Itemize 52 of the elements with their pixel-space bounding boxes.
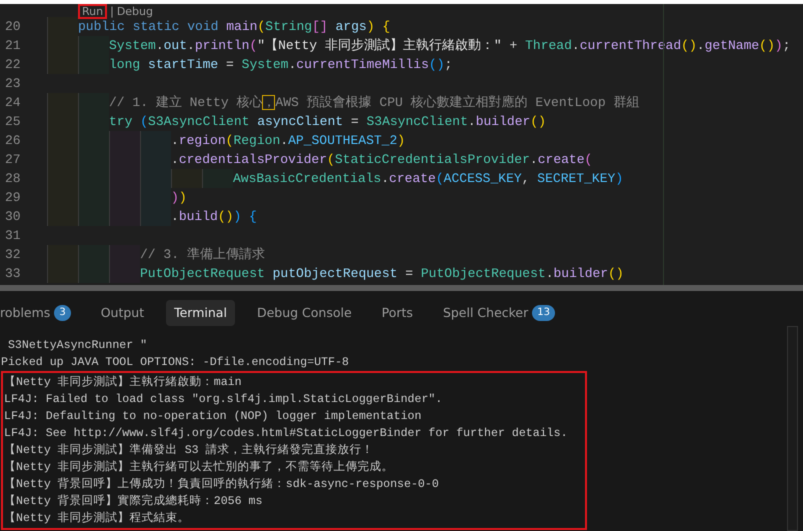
- terminal-line: 【Netty 非同步測試】主執行緒可以去忙別的事了，不需等待上傳完成。: [3, 459, 395, 476]
- line-number: 20: [4, 18, 22, 36]
- code-line: // 3. 準備上傳請求: [140, 246, 265, 264]
- panel-tab[interactable]: Output: [92, 300, 152, 326]
- terminal-line: LF4J: Defaulting to no-operation (NOP) logger implementation: [3, 409, 422, 425]
- line-number: 21: [4, 37, 22, 55]
- line-number: 22: [4, 56, 22, 74]
- code-line: PutObjectRequest putObjectRequest = PutObjectRequest.builder(): [140, 265, 624, 283]
- terminal-line: S3NettyAsyncRunner ": [6, 338, 148, 354]
- panel-tab[interactable]: Debug Console: [248, 300, 360, 326]
- line-number: 31: [4, 227, 22, 245]
- code-line: .build()) {: [171, 208, 257, 226]
- codelens-link[interactable]: Run: [82, 5, 104, 18]
- line-number: 29: [4, 189, 22, 207]
- panel-sash[interactable]: [0, 285, 803, 291]
- line-number: 24: [4, 94, 22, 112]
- terminal-line: 【Netty 非同步測試】程式結束。: [3, 510, 191, 527]
- line-number: 33: [4, 265, 22, 283]
- line-number: 32: [4, 246, 22, 264]
- code-line: try (S3AsyncClient asyncClient = S3AsyncClient.builder(): [109, 113, 546, 131]
- code-line: // 1. 建立 Netty 核心，AWS 預設會根據 CPU 核心數建立相對應的 EventLoop 群組: [109, 94, 640, 112]
- panel-tab[interactable]: Ports: [374, 300, 421, 326]
- line-number: 28: [4, 170, 22, 188]
- terminal-line: Picked up JAVA TOOL OPTIONS: -Dfile.encoding=UTF-8: [0, 355, 350, 371]
- line-number: 26: [4, 132, 22, 150]
- indent-guides: [47, 93, 109, 112]
- line-number: 25: [4, 113, 22, 131]
- terminal-line: LF4J: Failed to load class "org.slf4j.impl.StaticLoggerBinder".: [3, 392, 444, 408]
- code-line: .credentialsProvider(StaticCredentialsProvider.create(: [171, 151, 592, 169]
- panel-tab[interactable]: Spell Checker 13: [434, 300, 563, 326]
- separator-text: |: [110, 5, 114, 18]
- terminal-line: 【Netty 非同步測試】主執行緒啟動：main: [3, 374, 243, 391]
- code-line: long startTime = System.currentTimeMillis();: [109, 56, 452, 74]
- code-line: AwsBasicCredentials.create(ACCESS_KEY, SECRET_KEY): [233, 170, 624, 188]
- terminal-line: 【Netty 背景回呼】實際完成總耗時：2056 ms: [3, 493, 264, 510]
- line-number: 23: [4, 75, 22, 93]
- codelens-link[interactable]: Debug: [116, 5, 153, 18]
- scrollbar[interactable]: [787, 326, 798, 531]
- panel-tab[interactable]: Terminal: [166, 300, 235, 326]
- code-line: )): [171, 189, 187, 207]
- line-number: 27: [4, 151, 22, 169]
- panel-tab[interactable]: roblems 3: [0, 300, 79, 326]
- code-line: System.out.println("【Netty 非同步測試】主執行緒啟動：" + Thread.currentThread().getName());: [109, 37, 790, 55]
- code-line: public static void main(String[] args) {: [78, 18, 390, 36]
- count-badge: 3: [54, 305, 71, 321]
- terminal-line: LF4J: See http://www.slf4j.org/codes.html#StaticLoggerBinder for further details.: [3, 426, 569, 442]
- line-number: 30: [4, 208, 22, 226]
- terminal-line: 【Netty 非同步測試】準備發出 S3 請求，主執行緒發完直接放行！: [3, 442, 375, 459]
- count-badge: 13: [532, 305, 555, 321]
- code-line: .region(Region.AP_SOUTHEAST_2): [171, 132, 406, 150]
- terminal-line: 【Netty 背景回呼】上傳成功！負責回呼的執行緒：sdk-async-response-0-0: [3, 476, 440, 493]
- indent-guides: [47, 55, 109, 74]
